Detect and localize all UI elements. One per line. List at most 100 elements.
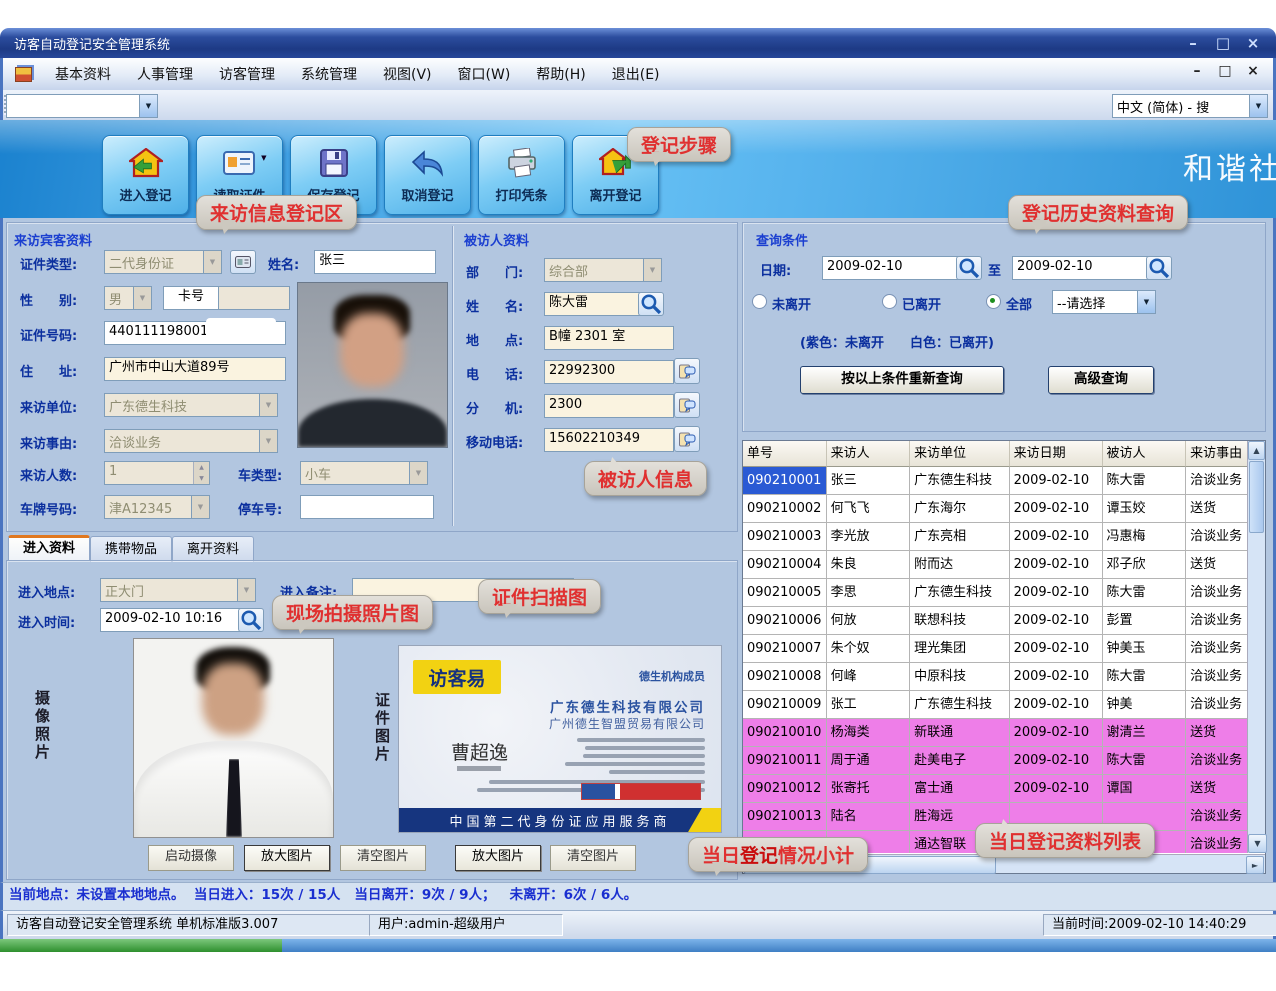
table-cell[interactable]: 陈大雷 bbox=[1103, 467, 1187, 495]
date-from-field[interactable]: 2009-02-10 bbox=[822, 256, 962, 280]
table-cell[interactable]: 2009-02-10 bbox=[1010, 495, 1103, 523]
table-cell[interactable]: 2009-02-10 bbox=[1010, 579, 1103, 607]
car-type-combobox[interactable]: 小车▼ bbox=[300, 461, 428, 485]
chevron-down-icon[interactable]: ▼ bbox=[643, 259, 661, 281]
restore-button[interactable]: □ bbox=[1212, 33, 1234, 53]
table-cell[interactable]: 朱良 bbox=[827, 551, 911, 579]
date-picker-icon[interactable] bbox=[1146, 256, 1172, 280]
table-row[interactable]: 090210009张工广东德生科技2009-02-10钟美洽谈业务 bbox=[743, 691, 1265, 719]
table-cell[interactable]: 周于通 bbox=[827, 747, 911, 775]
start-camera-button[interactable]: 启动摄像 bbox=[148, 845, 234, 871]
menu-window[interactable]: 窗口(W) bbox=[445, 64, 524, 84]
clear-photo-button[interactable]: 清空图片 bbox=[340, 845, 426, 871]
date-to-field[interactable]: 2009-02-10 bbox=[1012, 256, 1152, 280]
table-cell[interactable]: 090210009 bbox=[743, 691, 827, 719]
radio-all[interactable] bbox=[986, 294, 1001, 309]
card-no-field[interactable] bbox=[218, 286, 290, 310]
table-row[interactable]: 090210012张寄托富士通2009-02-10谭国送货 bbox=[743, 775, 1265, 803]
table-cell[interactable]: 附而达 bbox=[910, 551, 1009, 579]
card-reader-icon[interactable] bbox=[230, 250, 256, 274]
tab-leave-info[interactable]: 离开资料 bbox=[172, 536, 254, 562]
visitor-count-stepper[interactable]: 1 ▲▼ bbox=[104, 461, 210, 485]
requery-button[interactable]: 按以上条件重新查询 bbox=[800, 366, 1004, 394]
table-cell[interactable]: 钟美 bbox=[1103, 691, 1187, 719]
table-cell[interactable]: 何放 bbox=[827, 607, 911, 635]
table-cell[interactable]: 090210008 bbox=[743, 663, 827, 691]
menu-view[interactable]: 视图(V) bbox=[370, 64, 445, 84]
parking-field[interactable] bbox=[300, 495, 434, 519]
phone-field[interactable]: 22992300 bbox=[544, 360, 674, 384]
table-cell[interactable]: 2009-02-10 bbox=[1010, 719, 1103, 747]
table-cell[interactable]: 何飞飞 bbox=[827, 495, 911, 523]
visited-name-field[interactable]: 陈大雷 bbox=[544, 292, 642, 316]
column-header[interactable]: 单号 bbox=[743, 441, 827, 467]
table-cell[interactable]: 090210012 bbox=[743, 775, 827, 803]
table-cell[interactable]: 广东德生科技 bbox=[910, 467, 1009, 495]
table-cell[interactable]: 2009-02-10 bbox=[1010, 635, 1103, 663]
chevron-down-icon[interactable]: ▼ bbox=[259, 394, 277, 416]
table-cell[interactable]: 广东德生科技 bbox=[910, 691, 1009, 719]
table-cell[interactable]: 朱个奴 bbox=[827, 635, 911, 663]
table-cell[interactable]: 2009-02-10 bbox=[1010, 691, 1103, 719]
table-cell[interactable]: 联想科技 bbox=[910, 607, 1009, 635]
column-header[interactable]: 来访日期 bbox=[1010, 441, 1103, 467]
table-cell[interactable]: 广东亮相 bbox=[910, 523, 1009, 551]
child-close-button[interactable]: × bbox=[1244, 63, 1262, 79]
table-cell[interactable]: 090210006 bbox=[743, 607, 827, 635]
card-no-button[interactable]: 卡号 bbox=[163, 286, 219, 310]
table-cell[interactable]: 钟美玉 bbox=[1103, 635, 1187, 663]
clear-card-button[interactable]: 清空图片 bbox=[550, 845, 636, 871]
table-row[interactable]: 090210001张三广东德生科技2009-02-10陈大雷洽谈业务 bbox=[743, 467, 1265, 495]
chevron-down-icon[interactable]: ▼ bbox=[237, 579, 255, 601]
table-cell[interactable]: 陈大雷 bbox=[1103, 747, 1187, 775]
menu-visitor[interactable]: 访客管理 bbox=[206, 64, 288, 84]
chevron-down-icon[interactable]: ▼ bbox=[191, 496, 209, 518]
table-cell[interactable]: 090210002 bbox=[743, 495, 827, 523]
dept-combobox[interactable]: 综合部▼ bbox=[544, 258, 662, 282]
chevron-down-icon[interactable]: ▼ bbox=[139, 95, 157, 117]
table-cell[interactable]: 090210001 bbox=[743, 467, 827, 495]
filter-combobox[interactable]: --请选择▼ bbox=[1052, 290, 1156, 314]
table-cell[interactable]: 张工 bbox=[827, 691, 911, 719]
close-button[interactable]: × bbox=[1242, 33, 1264, 53]
zoom-card-button[interactable]: 放大图片 bbox=[455, 845, 541, 871]
table-cell[interactable]: 090210013 bbox=[743, 803, 827, 831]
menu-hr[interactable]: 人事管理 bbox=[124, 64, 206, 84]
place-field[interactable]: B幢 2301 室 bbox=[544, 326, 674, 350]
table-row[interactable]: 090210006何放联想科技2009-02-10彭置洽谈业务 bbox=[743, 607, 1265, 635]
column-header[interactable]: 来访人 bbox=[827, 441, 911, 467]
tab-entry-info[interactable]: 进入资料 bbox=[8, 535, 90, 561]
visitor-name-field[interactable]: 张三 bbox=[314, 250, 436, 274]
table-cell[interactable]: 广东德生科技 bbox=[910, 579, 1009, 607]
table-row[interactable]: 090210003李光放广东亮相2009-02-10冯惠梅洽谈业务 bbox=[743, 523, 1265, 551]
entry-place-combobox[interactable]: 正大门▼ bbox=[100, 578, 256, 602]
stepper-down-icon[interactable]: ▼ bbox=[194, 473, 209, 484]
table-cell[interactable]: 090210005 bbox=[743, 579, 827, 607]
table-cell[interactable]: 090210003 bbox=[743, 523, 827, 551]
table-row[interactable]: 090210002何飞飞广东海尔2009-02-10谭玉姣送货 bbox=[743, 495, 1265, 523]
table-cell[interactable]: 陈大雷 bbox=[1103, 663, 1187, 691]
menu-exit[interactable]: 退出(E) bbox=[599, 64, 673, 84]
gender-combobox[interactable]: 男▼ bbox=[104, 286, 152, 310]
table-cell[interactable]: 广东海尔 bbox=[910, 495, 1009, 523]
zoom-photo-button[interactable]: 放大图片 bbox=[244, 845, 330, 871]
search-person-icon[interactable] bbox=[638, 292, 664, 316]
table-cell[interactable]: 谢清兰 bbox=[1103, 719, 1187, 747]
table-cell[interactable]: 谭玉姣 bbox=[1103, 495, 1187, 523]
table-cell[interactable]: 090210004 bbox=[743, 551, 827, 579]
table-row[interactable]: 090210011周于通赴美电子2009-02-10陈大雷洽谈业务 bbox=[743, 747, 1265, 775]
column-header[interactable]: 被访人 bbox=[1103, 441, 1187, 467]
chevron-down-icon[interactable]: ▼ bbox=[409, 462, 427, 484]
table-cell[interactable]: 2009-02-10 bbox=[1010, 775, 1103, 803]
table-cell[interactable]: 中原科技 bbox=[910, 663, 1009, 691]
table-cell[interactable]: 090210010 bbox=[743, 719, 827, 747]
menu-help[interactable]: 帮助(H) bbox=[523, 64, 598, 84]
ext-field[interactable]: 2300 bbox=[544, 394, 674, 418]
date-picker-icon[interactable] bbox=[956, 256, 982, 280]
tab-carried-items[interactable]: 携带物品 bbox=[90, 536, 172, 562]
time-picker-icon[interactable] bbox=[238, 608, 264, 632]
table-cell[interactable]: 冯惠梅 bbox=[1103, 523, 1187, 551]
address-field[interactable]: 广州市中山大道89号 bbox=[104, 357, 286, 381]
menu-system[interactable]: 系统管理 bbox=[288, 64, 370, 84]
entry-time-field[interactable]: 2009-02-10 10:16 bbox=[100, 608, 244, 632]
